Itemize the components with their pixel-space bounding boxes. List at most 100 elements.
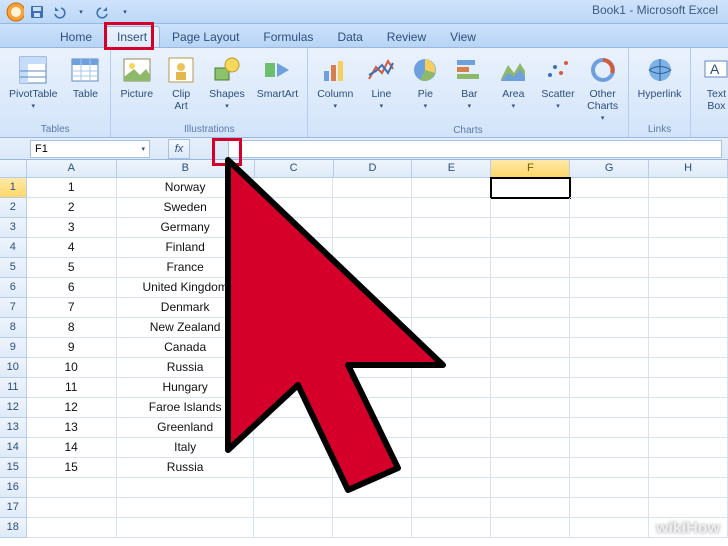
table-button[interactable]: Table <box>66 52 104 102</box>
bar-chart-button[interactable]: Bar ▾ <box>450 52 488 112</box>
cell-A15[interactable]: 15 <box>27 458 117 478</box>
tab-data[interactable]: Data <box>325 27 374 47</box>
cell-E13[interactable] <box>412 418 491 438</box>
cell-B7[interactable]: Denmark <box>117 298 255 318</box>
cell-G6[interactable] <box>570 278 649 298</box>
cell-G12[interactable] <box>570 398 649 418</box>
cell-G14[interactable] <box>570 438 649 458</box>
cell-C10[interactable] <box>254 358 333 378</box>
cell-H17[interactable] <box>649 498 728 518</box>
row-header[interactable]: 12 <box>0 398 27 418</box>
cell-H16[interactable] <box>649 478 728 498</box>
cell-F6[interactable] <box>491 278 570 298</box>
cell-B13[interactable]: Greenland <box>117 418 255 438</box>
cell-C2[interactable] <box>254 198 333 218</box>
cell-C18[interactable] <box>254 518 333 538</box>
cell-G16[interactable] <box>570 478 649 498</box>
textbox-button[interactable]: A Text Box <box>697 52 728 114</box>
cell-F13[interactable] <box>491 418 570 438</box>
cell-A12[interactable]: 12 <box>27 398 117 418</box>
cell-B9[interactable]: Canada <box>117 338 255 358</box>
cell-G13[interactable] <box>570 418 649 438</box>
cell-F3[interactable] <box>491 218 570 238</box>
row-header[interactable]: 15 <box>0 458 27 478</box>
cell-B6[interactable]: United Kingdom <box>117 278 255 298</box>
row-header[interactable]: 3 <box>0 218 27 238</box>
column-header-A[interactable]: A <box>27 160 117 177</box>
row-header[interactable]: 9 <box>0 338 27 358</box>
column-header-G[interactable]: G <box>570 160 649 177</box>
cell-G9[interactable] <box>570 338 649 358</box>
cell-B5[interactable]: France <box>117 258 255 278</box>
area-chart-button[interactable]: Area ▾ <box>494 52 532 112</box>
cell-F16[interactable] <box>491 478 570 498</box>
cell-B15[interactable]: Russia <box>117 458 255 478</box>
cell-D17[interactable] <box>333 498 412 518</box>
cell-G2[interactable] <box>570 198 649 218</box>
cell-A5[interactable]: 5 <box>27 258 117 278</box>
cell-D4[interactable] <box>333 238 412 258</box>
cell-A1[interactable]: 1 <box>27 178 117 198</box>
tab-review[interactable]: Review <box>375 27 438 47</box>
cell-E3[interactable] <box>412 218 491 238</box>
cell-D13[interactable] <box>333 418 412 438</box>
cell-G5[interactable] <box>570 258 649 278</box>
name-box[interactable]: F1 ▾ <box>30 140 150 158</box>
column-header-C[interactable]: C <box>255 160 334 177</box>
smartart-button[interactable]: SmartArt <box>254 52 301 102</box>
cell-D18[interactable] <box>333 518 412 538</box>
cell-C16[interactable] <box>254 478 333 498</box>
cell-B16[interactable] <box>117 478 255 498</box>
cell-A3[interactable]: 3 <box>27 218 117 238</box>
hyperlink-button[interactable]: Hyperlink <box>635 52 685 102</box>
cell-E12[interactable] <box>412 398 491 418</box>
cell-E7[interactable] <box>412 298 491 318</box>
cell-E2[interactable] <box>412 198 491 218</box>
cell-B4[interactable]: Finland <box>117 238 255 258</box>
cell-F8[interactable] <box>491 318 570 338</box>
row-header[interactable]: 10 <box>0 358 27 378</box>
cell-E8[interactable] <box>412 318 491 338</box>
cell-E9[interactable] <box>412 338 491 358</box>
row-header[interactable]: 14 <box>0 438 27 458</box>
cell-A8[interactable]: 8 <box>27 318 117 338</box>
tab-insert[interactable]: Insert <box>104 26 160 47</box>
cell-F2[interactable] <box>491 198 570 218</box>
formula-input[interactable] <box>228 140 722 158</box>
cell-H5[interactable] <box>649 258 728 278</box>
cell-F11[interactable] <box>491 378 570 398</box>
cell-B14[interactable]: Italy <box>117 438 255 458</box>
cell-C13[interactable] <box>254 418 333 438</box>
column-chart-button[interactable]: Column ▾ <box>314 52 356 112</box>
column-header-E[interactable]: E <box>412 160 491 177</box>
cell-E5[interactable] <box>412 258 491 278</box>
cell-F5[interactable] <box>491 258 570 278</box>
cell-E14[interactable] <box>412 438 491 458</box>
tab-view[interactable]: View <box>438 27 488 47</box>
cell-B3[interactable]: Germany <box>117 218 255 238</box>
cell-A18[interactable] <box>27 518 117 538</box>
cell-A16[interactable] <box>27 478 117 498</box>
pivottable-button[interactable]: PivotTable ▾ <box>6 52 60 112</box>
cell-G7[interactable] <box>570 298 649 318</box>
cell-C14[interactable] <box>254 438 333 458</box>
cell-A4[interactable]: 4 <box>27 238 117 258</box>
cell-B12[interactable]: Faroe Islands <box>117 398 255 418</box>
cell-A10[interactable]: 10 <box>27 358 117 378</box>
cell-G3[interactable] <box>570 218 649 238</box>
redo-icon[interactable] <box>94 3 112 21</box>
cell-E10[interactable] <box>412 358 491 378</box>
cell-A14[interactable]: 14 <box>27 438 117 458</box>
cell-C15[interactable] <box>254 458 333 478</box>
cell-D2[interactable] <box>333 198 412 218</box>
cell-D16[interactable] <box>333 478 412 498</box>
cell-H8[interactable] <box>649 318 728 338</box>
clipart-button[interactable]: Clip Art <box>162 52 200 114</box>
column-header-D[interactable]: D <box>334 160 413 177</box>
row-header[interactable]: 11 <box>0 378 27 398</box>
cell-C5[interactable] <box>254 258 333 278</box>
cell-E18[interactable] <box>412 518 491 538</box>
cell-D7[interactable] <box>333 298 412 318</box>
insert-function-button[interactable]: fx <box>168 139 190 159</box>
cell-D3[interactable] <box>333 218 412 238</box>
